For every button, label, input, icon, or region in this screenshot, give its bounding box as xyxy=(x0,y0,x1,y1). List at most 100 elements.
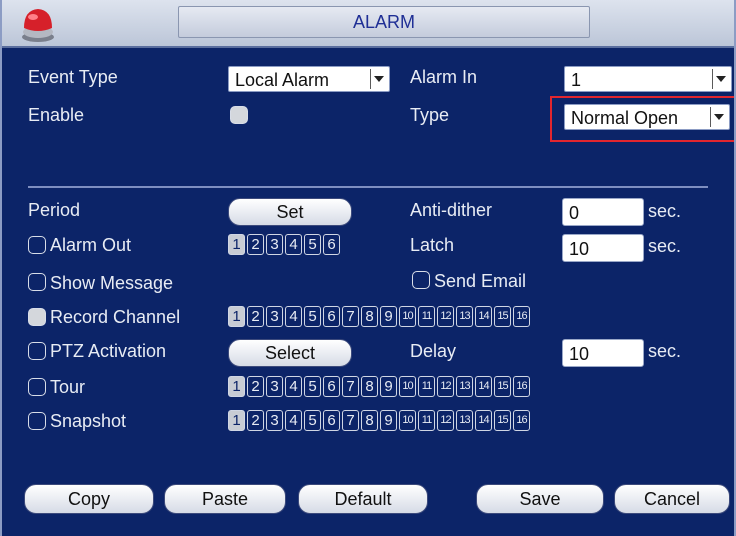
record-channel-label: Record Channel xyxy=(50,307,181,327)
channel-toggle[interactable]: 10 xyxy=(399,410,416,431)
channel-toggle[interactable]: 14 xyxy=(475,306,492,327)
alarm-in-dropdown[interactable]: 1 xyxy=(564,66,732,92)
delay-unit: sec. xyxy=(648,341,682,361)
channel-toggle[interactable]: 12 xyxy=(437,376,454,397)
event-type-dropdown[interactable]: Local Alarm xyxy=(228,66,390,92)
channel-toggle[interactable]: 1 xyxy=(228,306,245,327)
cancel-button[interactable]: Cancel xyxy=(614,484,730,514)
send-email-checkbox[interactable] xyxy=(412,271,430,289)
alarm-bell-logo-icon xyxy=(22,9,54,42)
channel-toggle[interactable]: 15 xyxy=(494,376,511,397)
channel-toggle[interactable]: 7 xyxy=(342,410,359,431)
snapshot-checkbox[interactable] xyxy=(28,412,46,430)
ptz-activation-checkbox[interactable] xyxy=(28,342,46,360)
channel-toggle[interactable]: 6 xyxy=(323,410,340,431)
save-button[interactable]: Save xyxy=(476,484,604,514)
channel-toggle[interactable]: 3 xyxy=(266,410,283,431)
alarm-out-checkbox[interactable] xyxy=(28,236,46,254)
channel-toggle[interactable]: 12 xyxy=(437,306,454,327)
latch-label: Latch xyxy=(410,235,455,255)
snapshot-label: Snapshot xyxy=(50,411,127,431)
alarm-out-label: Alarm Out xyxy=(50,235,132,255)
channel-toggle[interactable]: 4 xyxy=(285,234,302,255)
chevron-down-icon[interactable] xyxy=(370,69,387,89)
channel-toggle[interactable]: 14 xyxy=(475,376,492,397)
alarm-out-channels: 123456 xyxy=(228,234,340,255)
channel-toggle[interactable]: 12 xyxy=(437,410,454,431)
channel-toggle[interactable]: 5 xyxy=(304,376,321,397)
enable-checkbox[interactable] xyxy=(230,106,248,124)
record-channel-checkbox[interactable] xyxy=(28,308,46,326)
channel-toggle[interactable]: 15 xyxy=(494,410,511,431)
channel-toggle[interactable]: 5 xyxy=(304,234,321,255)
show-message-checkbox[interactable] xyxy=(28,273,46,291)
tour-checkbox[interactable] xyxy=(28,378,46,396)
channel-toggle[interactable]: 13 xyxy=(456,410,473,431)
channel-toggle[interactable]: 16 xyxy=(513,306,530,327)
channel-toggle[interactable]: 3 xyxy=(266,306,283,327)
channel-toggle[interactable]: 11 xyxy=(418,376,435,397)
channel-toggle[interactable]: 3 xyxy=(266,234,283,255)
channel-toggle[interactable]: 3 xyxy=(266,376,283,397)
latch-value: 10 xyxy=(569,239,590,259)
channel-toggle[interactable]: 1 xyxy=(228,410,245,431)
channel-toggle[interactable]: 9 xyxy=(380,376,397,397)
channel-toggle[interactable]: 9 xyxy=(380,410,397,431)
channel-toggle[interactable]: 6 xyxy=(323,376,340,397)
default-button[interactable]: Default xyxy=(298,484,428,514)
channel-toggle[interactable]: 13 xyxy=(456,376,473,397)
channel-toggle[interactable]: 10 xyxy=(399,376,416,397)
channel-toggle[interactable]: 1 xyxy=(228,234,245,255)
channel-toggle[interactable]: 2 xyxy=(247,306,264,327)
delay-input[interactable]: 10 xyxy=(562,339,644,367)
copy-button[interactable]: Copy xyxy=(24,484,154,514)
channel-toggle[interactable]: 7 xyxy=(342,306,359,327)
channel-toggle[interactable]: 7 xyxy=(342,376,359,397)
channel-toggle[interactable]: 5 xyxy=(304,306,321,327)
chevron-down-icon[interactable] xyxy=(712,69,729,89)
anti-dither-value: 0 xyxy=(569,203,580,223)
channel-toggle[interactable]: 11 xyxy=(418,306,435,327)
type-label: Type xyxy=(410,105,450,125)
show-message-label: Show Message xyxy=(50,273,174,293)
delay-label: Delay xyxy=(410,341,457,361)
channel-toggle[interactable]: 10 xyxy=(399,306,416,327)
channel-toggle[interactable]: 2 xyxy=(247,234,264,255)
latch-input[interactable]: 10 xyxy=(562,234,644,262)
ptz-activation-label: PTZ Activation xyxy=(50,341,167,361)
paste-button[interactable]: Paste xyxy=(164,484,286,514)
channel-toggle[interactable]: 1 xyxy=(228,376,245,397)
channel-toggle[interactable]: 11 xyxy=(418,410,435,431)
title-bar: ALARM xyxy=(2,0,734,48)
channel-toggle[interactable]: 6 xyxy=(323,306,340,327)
type-highlight-box xyxy=(550,96,734,142)
channel-toggle[interactable]: 8 xyxy=(361,306,378,327)
channel-toggle[interactable]: 14 xyxy=(475,410,492,431)
send-email-label: Send Email xyxy=(434,271,527,291)
period-set-button[interactable]: Set xyxy=(228,198,352,226)
anti-dither-unit: sec. xyxy=(648,201,682,221)
section-divider xyxy=(28,186,708,188)
channel-toggle[interactable]: 5 xyxy=(304,410,321,431)
channel-toggle[interactable]: 8 xyxy=(361,376,378,397)
channel-toggle[interactable]: 8 xyxy=(361,410,378,431)
window-title: ALARM xyxy=(352,12,415,32)
channel-toggle[interactable]: 16 xyxy=(513,410,530,431)
channel-toggle[interactable]: 2 xyxy=(247,376,264,397)
channel-toggle[interactable]: 6 xyxy=(323,234,340,255)
latch-unit: sec. xyxy=(648,236,682,256)
anti-dither-input[interactable]: 0 xyxy=(562,198,644,226)
channel-toggle[interactable]: 15 xyxy=(494,306,511,327)
anti-dither-label: Anti-dither xyxy=(410,200,493,220)
channel-toggle[interactable]: 4 xyxy=(285,410,302,431)
ptz-select-button[interactable]: Select xyxy=(228,339,352,367)
snapshot-channels: 1 2 3 4 5 6 7 8 9 10 11 12 13 14 15 16 xyxy=(228,410,530,431)
channel-toggle[interactable]: 13 xyxy=(456,306,473,327)
channel-toggle[interactable]: 9 xyxy=(380,306,397,327)
channel-toggle[interactable]: 16 xyxy=(513,376,530,397)
tour-label: Tour xyxy=(50,377,86,397)
alarm-in-label: Alarm In xyxy=(410,67,478,87)
channel-toggle[interactable]: 4 xyxy=(285,306,302,327)
channel-toggle[interactable]: 2 xyxy=(247,410,264,431)
channel-toggle[interactable]: 4 xyxy=(285,376,302,397)
